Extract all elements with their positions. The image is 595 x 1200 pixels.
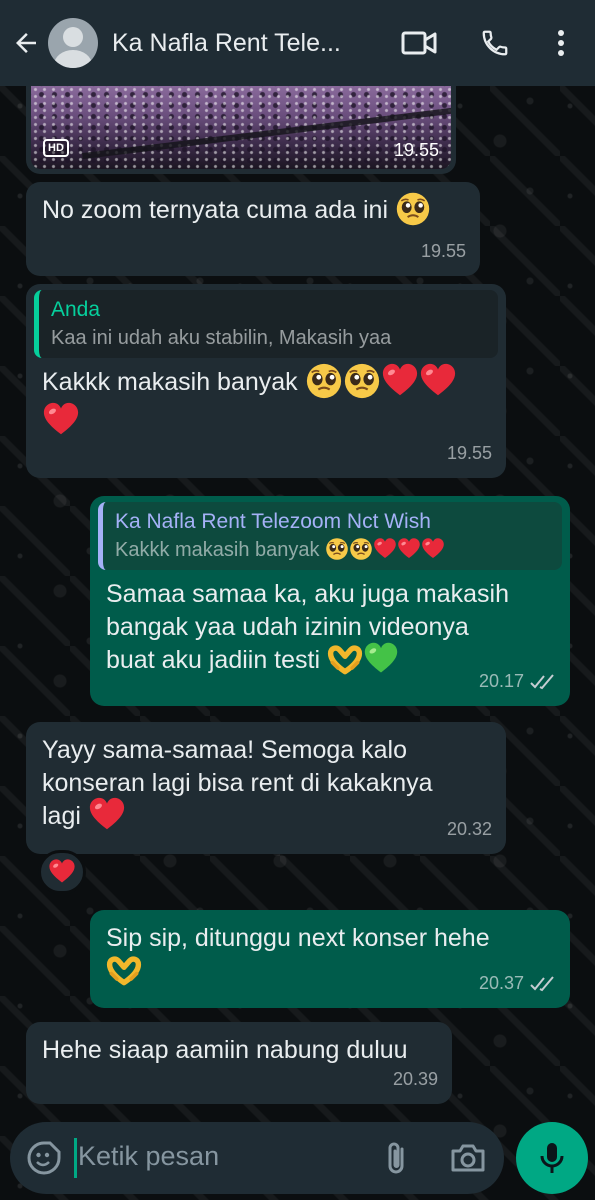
message-line: bangak yaa udah izinin videonya: [106, 613, 469, 641]
red-heart-emoji: [381, 362, 419, 400]
heart-hands-emoji: [106, 952, 142, 988]
quoted-sender: Ka Nafla Rent Telezoom Nct Wish: [115, 510, 431, 533]
message-text: Kakkk makasih banyak: [42, 368, 298, 396]
contact-name[interactable]: Ka Nafla Rent Tele...: [112, 29, 377, 58]
paperclip-icon: [388, 1142, 404, 1174]
voice-call-button[interactable]: [474, 22, 516, 64]
quoted-message[interactable]: Anda Kaa ini udah aku stabilin, Makasih …: [34, 290, 498, 358]
chat-header: Ka Nafla Rent Tele...: [0, 0, 595, 86]
quoted-message[interactable]: Ka Nafla Rent Telezoom Nct Wish Kakkk ma…: [98, 502, 562, 570]
message-line: konseran lagi bisa rent di kakaknya: [42, 769, 433, 797]
emoji-button[interactable]: [26, 1140, 62, 1181]
message-time: 19.55: [446, 443, 492, 463]
message-line: lagi: [42, 802, 81, 830]
video-call-button[interactable]: [398, 22, 440, 64]
phone-icon: [482, 30, 508, 56]
message-time: 20.32: [446, 819, 492, 839]
outgoing-message[interactable]: Sip sip, ditunggu next konser hehe 20.37: [90, 910, 570, 1008]
incoming-message[interactable]: Yayy sama-samaa! Semoga kalo konseran la…: [26, 722, 506, 854]
pleading-face-emoji: [343, 362, 381, 400]
quoted-text: Kaa ini udah aku stabilin, Makasih yaa: [51, 327, 392, 349]
microphone-icon: [540, 1143, 564, 1173]
message-input[interactable]: Ketik pesan: [78, 1141, 219, 1172]
text-caret: [74, 1138, 77, 1178]
contact-avatar[interactable]: [48, 18, 98, 68]
pleading-face-emoji: [349, 537, 373, 561]
message-line: Yayy sama-samaa! Semoga kalo: [42, 736, 407, 764]
heart-hands-emoji: [327, 641, 363, 677]
outgoing-message[interactable]: Ka Nafla Rent Telezoom Nct Wish Kakkk ma…: [90, 496, 570, 706]
message-time: 20.37: [478, 973, 524, 993]
arrow-left-icon: [16, 33, 36, 53]
message-line: buat aku jadiin testi: [106, 646, 321, 674]
red-heart-emoji: [48, 858, 76, 886]
message-text: No zoom ternyata cuma ada ini: [42, 196, 389, 224]
video-message[interactable]: HD 19.55: [26, 86, 456, 174]
red-heart-emoji: [397, 537, 421, 561]
pleading-face-emoji: [325, 537, 349, 561]
green-heart-emoji: [363, 641, 399, 677]
message-time: 19.55: [420, 241, 466, 261]
voice-message-button[interactable]: [516, 1122, 588, 1194]
message-time: 20.39: [392, 1069, 438, 1089]
double-check-icon: [530, 975, 554, 991]
camera-icon: [451, 1144, 485, 1172]
red-heart-emoji: [42, 401, 80, 439]
incoming-message[interactable]: No zoom ternyata cuma ada ini 19.55: [26, 182, 480, 276]
pleading-face-emoji: [395, 191, 431, 227]
red-heart-emoji: [421, 537, 445, 561]
pleading-face-emoji: [305, 362, 343, 400]
message-composer: Ketik pesan: [10, 1122, 504, 1194]
quoted-sender: Anda: [51, 298, 101, 321]
attach-button[interactable]: [382, 1140, 412, 1181]
message-time: 19.55: [393, 140, 439, 160]
menu-button[interactable]: [540, 22, 582, 64]
more-vertical-icon: [558, 30, 564, 56]
camera-button[interactable]: [450, 1142, 486, 1179]
red-heart-emoji: [419, 362, 457, 400]
incoming-message[interactable]: Hehe siaap aamiin nabung duluu 20.39: [26, 1022, 452, 1104]
red-heart-emoji: [88, 796, 126, 834]
video-call-icon: [401, 31, 437, 55]
message-time: 20.17: [478, 671, 524, 691]
quoted-text: Kakkk makasih banyak: [115, 539, 320, 561]
message-text: Sip sip, ditunggu next konser hehe: [106, 924, 490, 952]
message-reaction[interactable]: [38, 850, 86, 894]
message-line: Samaa samaa ka, aku juga makasih: [106, 580, 509, 608]
message-text: Hehe siaap aamiin nabung duluu: [42, 1036, 408, 1064]
back-button[interactable]: [2, 0, 50, 86]
red-heart-emoji: [373, 537, 397, 561]
hd-badge: HD: [43, 139, 69, 157]
incoming-message[interactable]: Anda Kaa ini udah aku stabilin, Makasih …: [26, 284, 506, 478]
double-check-icon: [530, 673, 554, 689]
emoji-icon: [27, 1141, 61, 1175]
video-thumbnail[interactable]: HD 19.55: [31, 86, 451, 169]
